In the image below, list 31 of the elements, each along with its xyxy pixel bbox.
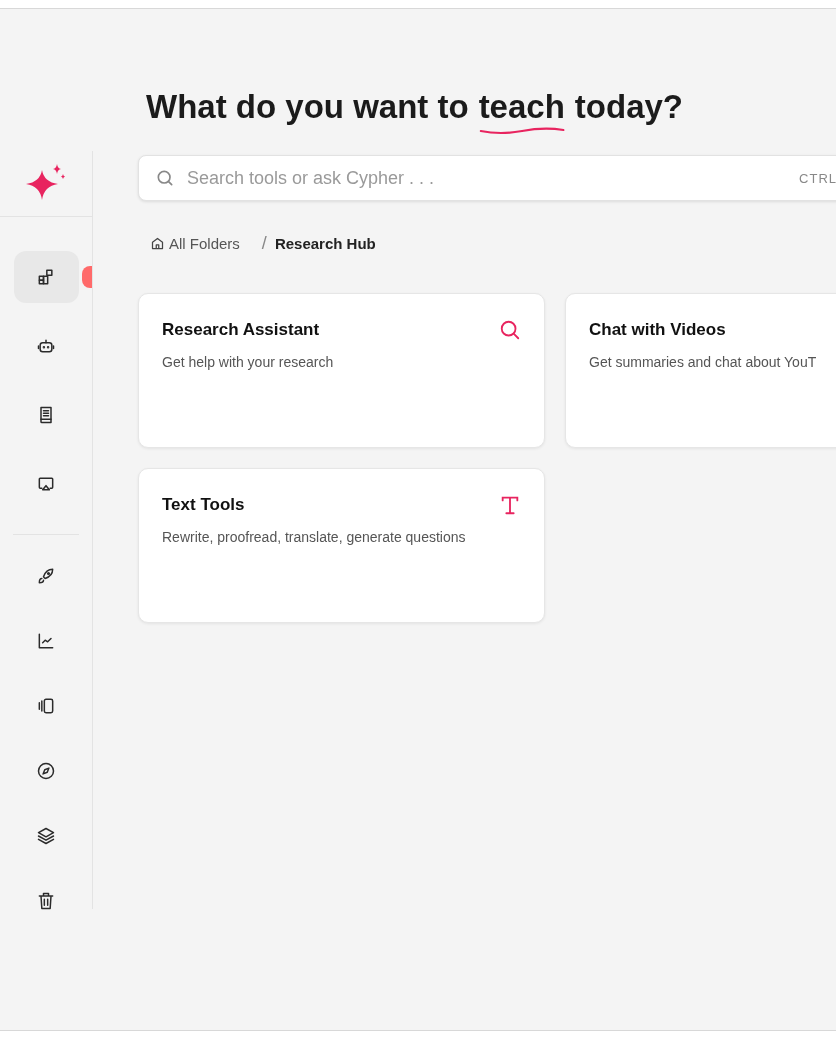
search-bar[interactable]: Search tools or ask Cypher . . . CTRL	[138, 155, 836, 201]
letter-t-icon	[499, 494, 521, 516]
breadcrumb-separator: /	[261, 232, 267, 254]
heading-text: today?	[574, 87, 683, 127]
heading-text: What do you want to	[146, 87, 469, 127]
layers-icon	[36, 826, 56, 846]
card-description: Rewrite, proofread, translate, generate questions	[162, 529, 467, 545]
highlighted-word: teach	[478, 88, 565, 125]
rocket-icon	[36, 566, 56, 586]
card-title: Text Tools	[162, 495, 245, 515]
card-title: Chat with Videos	[589, 320, 726, 340]
tool-card[interactable]: Research Assistant Get help with your research	[138, 293, 545, 448]
search-field[interactable]: Search tools or ask Cypher . . .	[185, 166, 790, 190]
shortcut-hint: CTRL	[799, 170, 836, 186]
screen-icon	[36, 474, 56, 494]
tool-card[interactable]: Chat with Videos Get summaries and chat about YouT	[565, 293, 836, 448]
search-icon	[155, 168, 175, 188]
card-title: Research Assistant	[162, 320, 320, 340]
apps-icon	[36, 267, 56, 287]
home-icon	[150, 235, 165, 251]
trash-icon	[36, 891, 56, 911]
slides-icon	[36, 696, 56, 716]
active-marker	[81, 266, 92, 288]
card-description: Get summaries and chat about YouT	[589, 354, 818, 370]
chart-icon	[36, 631, 56, 651]
compass-icon	[36, 761, 56, 781]
search-icon	[499, 319, 521, 341]
breadcrumb-current: Research Hub	[274, 234, 376, 252]
tool-card[interactable]: Text Tools Rewrite, proofread, translate, generate questions	[138, 468, 545, 623]
breadcrumb-link[interactable]: All Folders	[150, 234, 240, 252]
card-description: Get help with your research	[162, 354, 335, 370]
